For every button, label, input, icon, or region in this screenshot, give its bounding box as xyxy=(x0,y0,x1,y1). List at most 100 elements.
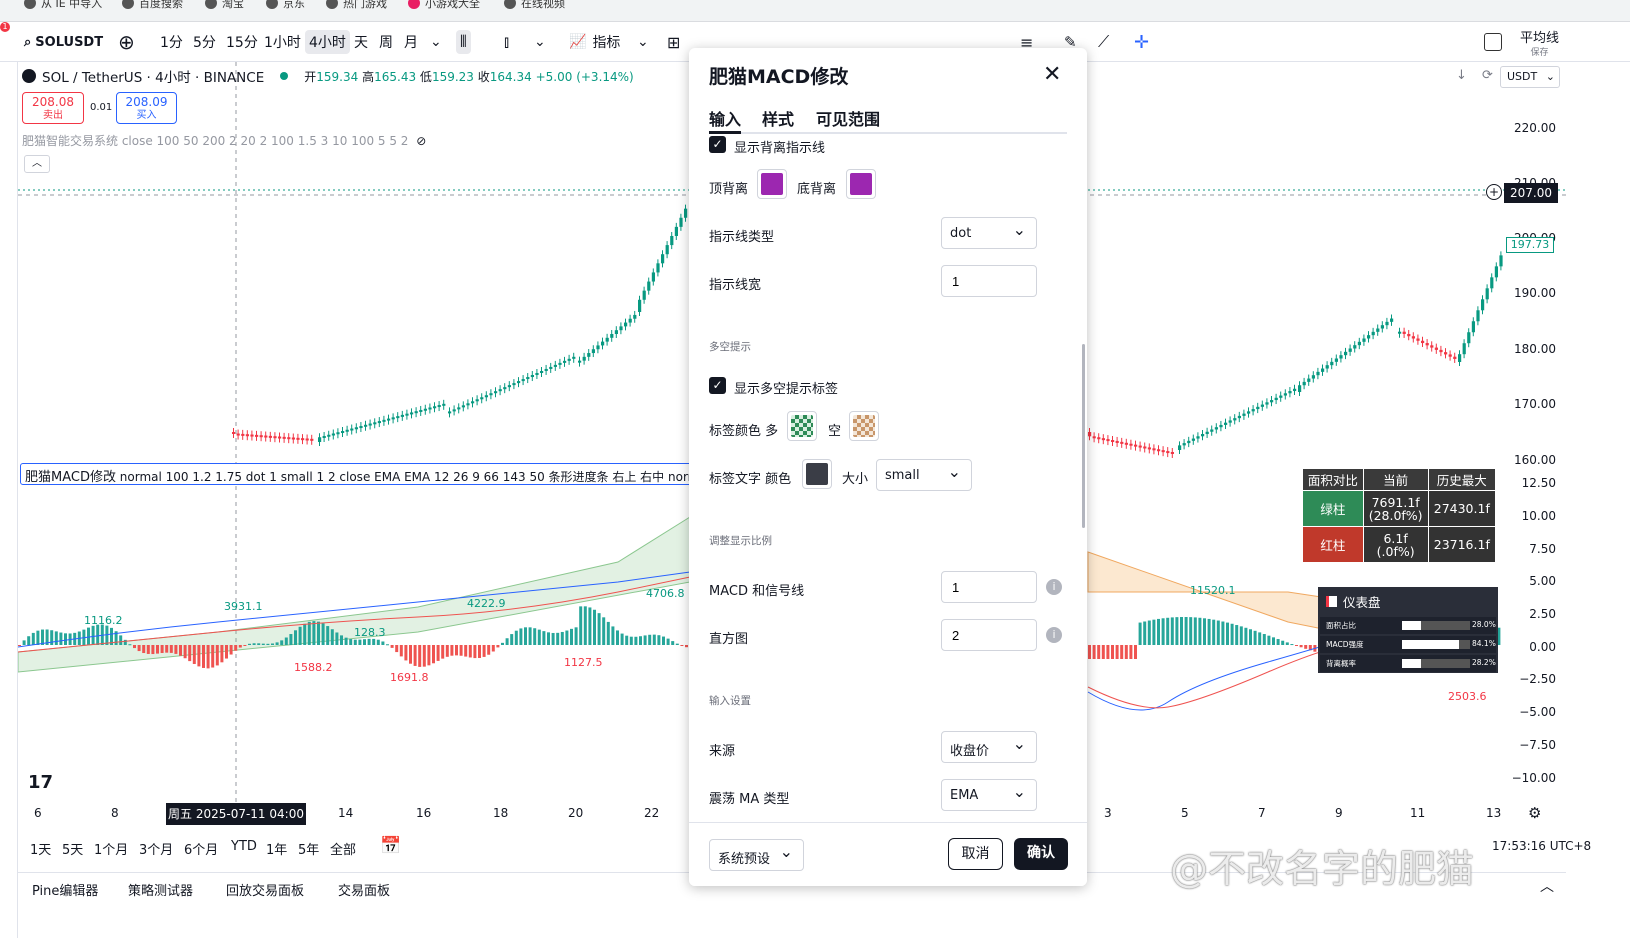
tradingview-logo[interactable]: 17 xyxy=(28,772,53,793)
interval-4h[interactable]: 4小时 xyxy=(305,30,350,54)
bookmark-item[interactable]: 小游戏大全 xyxy=(408,0,480,11)
show-divergence-checkbox[interactable]: ✓ xyxy=(709,136,726,153)
macd-histogram-bar xyxy=(441,645,445,659)
macd-histogram-bar xyxy=(675,643,679,645)
collapse-legend-button[interactable]: ︿ xyxy=(24,155,50,173)
indicators-button[interactable]: 📈 指标 xyxy=(565,30,624,54)
candles-icon[interactable]: ⫴ xyxy=(456,30,471,54)
indicator-legend[interactable]: 肥猫智能交易系统 close 100 50 200 2 20 2 100 1.5… xyxy=(22,132,426,149)
top-divergence-color[interactable] xyxy=(757,169,787,199)
macd-histogram-bar xyxy=(1299,645,1303,648)
macd-histogram-bar xyxy=(671,641,675,645)
arrow-down-icon[interactable]: ↓ xyxy=(1456,68,1467,83)
candle xyxy=(1201,434,1205,437)
size-select[interactable]: small xyxy=(876,459,972,491)
macd-scale-input[interactable] xyxy=(941,571,1037,603)
cancel-button[interactable]: 取消 xyxy=(948,838,1003,870)
bottom-divergence-color[interactable] xyxy=(846,169,876,199)
info-icon[interactable]: i xyxy=(1046,579,1062,595)
interval-week[interactable]: 周 xyxy=(375,30,397,54)
bookmark-item[interactable]: 京东 xyxy=(266,0,305,11)
candle xyxy=(489,393,493,396)
macd-tick: 7.50 xyxy=(1529,542,1556,556)
info-icon[interactable]: i xyxy=(1046,627,1062,643)
bookmark-item[interactable]: 在线视频 xyxy=(504,0,565,11)
show-tag-checkbox[interactable]: ✓ xyxy=(709,377,726,394)
range-6[interactable]: 1年 xyxy=(266,839,287,858)
dialog-scrollbar[interactable] xyxy=(1082,344,1085,528)
panel-tab-2[interactable]: 回放交易面板 xyxy=(226,880,304,899)
chevron-down-icon[interactable]: ⌄ xyxy=(426,30,446,54)
panel-tab-0[interactable]: Pine编辑器 xyxy=(32,880,98,899)
ma-type-select[interactable]: EMA xyxy=(941,779,1037,811)
eye-hidden-icon[interactable]: ⊘ xyxy=(416,134,426,148)
refresh-icon[interactable]: ⟳ xyxy=(1482,68,1493,83)
histogram-scale-input[interactable] xyxy=(941,619,1037,651)
calendar-goto-icon[interactable]: 📅 xyxy=(380,836,401,856)
tab-style[interactable]: 样式 xyxy=(762,106,794,130)
crosshair-icon[interactable]: ✛ xyxy=(1130,30,1153,54)
fullscreen-icon[interactable] xyxy=(1480,30,1506,54)
tab-visibility[interactable]: 可见范围 xyxy=(816,106,880,130)
bookmark-item[interactable]: 热门游戏 xyxy=(326,0,387,11)
tag-text-color[interactable] xyxy=(802,459,832,489)
candle xyxy=(1124,442,1128,445)
macd-histogram-bar xyxy=(174,645,178,654)
candle xyxy=(591,349,595,354)
bookmark-item[interactable]: 淘宝 xyxy=(205,0,244,11)
bookmark-item[interactable]: 百度搜索 xyxy=(122,0,183,11)
range-5[interactable]: YTD xyxy=(231,839,257,854)
interval-1m[interactable]: 1分 xyxy=(156,30,187,54)
preset-select[interactable]: 系统预设 xyxy=(709,839,804,871)
tab-input[interactable]: 输入 xyxy=(709,106,741,130)
chevron-up-icon[interactable]: ︿ xyxy=(1540,876,1554,896)
price-axis[interactable]: 220.00210.00200.00190.00180.00170.00160.… xyxy=(1500,100,1566,800)
long-tag-color[interactable] xyxy=(787,411,817,441)
currency-select[interactable]: USDT ⌄ xyxy=(1500,66,1560,88)
trend-line-icon[interactable]: ⟋ xyxy=(1094,30,1113,54)
interval-5m[interactable]: 5分 xyxy=(189,30,220,54)
source-select[interactable]: 收盘价 xyxy=(941,731,1037,763)
range-8[interactable]: 全部 xyxy=(330,839,356,858)
notification-badge[interactable]: 1 xyxy=(0,22,10,32)
chevron-down-icon[interactable]: ⌄ xyxy=(633,30,653,54)
close-icon[interactable]: ✕ xyxy=(1043,62,1061,87)
candle xyxy=(484,395,488,398)
chevron-down-icon[interactable]: ⌄ xyxy=(530,30,550,54)
legend-title[interactable]: SOL / TetherUS · 4小时 · BINANCE xyxy=(42,66,264,86)
short-tag-color[interactable] xyxy=(849,411,879,441)
macd-histogram-bar xyxy=(519,628,523,645)
symbol-search[interactable]: ⌕ SOLUSDT xyxy=(20,30,107,54)
interval-15m[interactable]: 15分 xyxy=(222,30,262,54)
macd-annotation: 1588.2 xyxy=(294,661,333,674)
save-button[interactable]: 平均线 保存 xyxy=(1520,27,1559,58)
range-4[interactable]: 6个月 xyxy=(184,839,218,858)
candle xyxy=(563,360,567,363)
confirm-button[interactable]: 确认 xyxy=(1014,838,1068,870)
layout-grid-icon[interactable]: ⊞ xyxy=(663,30,684,54)
line-width-input[interactable] xyxy=(941,265,1037,297)
range-7[interactable]: 5年 xyxy=(298,839,319,858)
panel-tab-3[interactable]: 交易面板 xyxy=(338,880,390,899)
line-type-select[interactable]: dot xyxy=(941,217,1037,249)
interval-month[interactable]: 月 xyxy=(400,30,422,54)
add-alert-icon[interactable]: + xyxy=(1486,184,1502,200)
macd-legend[interactable]: 肥猫MACD修改 normal 100 1.2 1.75 dot 1 small… xyxy=(20,463,700,485)
bar-type-icon[interactable]: ⫾ xyxy=(500,30,513,54)
candle xyxy=(578,360,582,363)
bookmark-item[interactable]: 从 IE 中导入 xyxy=(24,0,102,11)
sell-button[interactable]: 208.08 卖出 xyxy=(22,92,84,124)
macd-histogram-bar xyxy=(537,629,541,645)
range-0[interactable]: 1天 xyxy=(30,839,51,858)
range-2[interactable]: 1个月 xyxy=(94,839,128,858)
price-tick: 180.00 xyxy=(1514,342,1556,356)
range-1[interactable]: 5天 xyxy=(62,839,83,858)
add-symbol-icon[interactable]: ⊕ xyxy=(114,30,139,54)
interval-day[interactable]: 天 xyxy=(350,30,372,54)
interval-1h[interactable]: 1小时 xyxy=(260,30,305,54)
panel-tab-1[interactable]: 策略测试器 xyxy=(128,880,193,899)
range-3[interactable]: 3个月 xyxy=(139,839,173,858)
buy-button[interactable]: 208.09 买入 xyxy=(116,92,177,124)
clock-label[interactable]: 17:53:16 UTC+8 xyxy=(1492,839,1591,853)
macd-histogram-bar xyxy=(680,645,684,646)
